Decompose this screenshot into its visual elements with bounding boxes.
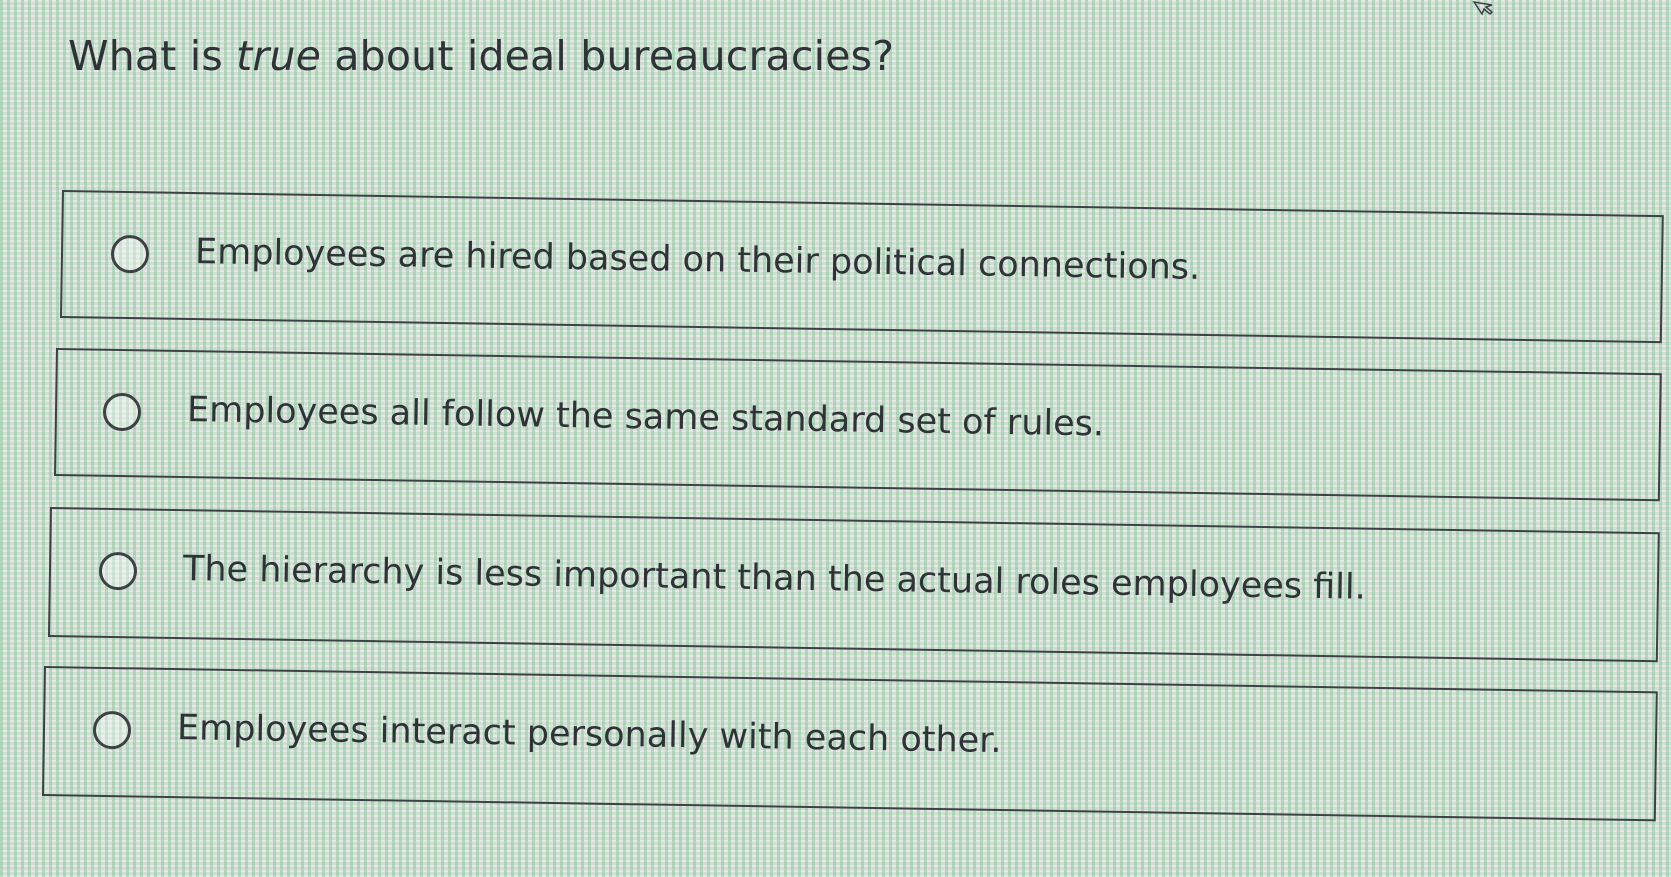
answer-options: Employees are hired based on their polit… <box>0 0 1671 877</box>
answer-option-label: Employees are hired based on their polit… <box>194 232 1201 288</box>
radio-unselected-icon[interactable] <box>110 234 150 274</box>
answer-option-1[interactable]: Employees are hired based on their polit… <box>59 190 1664 344</box>
radio-unselected-icon[interactable] <box>98 551 138 591</box>
radio-unselected-icon[interactable] <box>102 392 142 432</box>
answer-option-2[interactable]: Employees all follow the same standard s… <box>53 348 1662 502</box>
answer-option-3[interactable]: The hierarchy is less important than the… <box>47 507 1660 663</box>
answer-option-4[interactable]: Employees interact personally with each … <box>41 666 1658 822</box>
radio-unselected-icon[interactable] <box>92 710 132 750</box>
answer-option-label: The hierarchy is less important than the… <box>182 549 1367 608</box>
answer-option-label: Employees interact personally with each … <box>176 708 1002 762</box>
answer-option-label: Employees all follow the same standard s… <box>186 390 1105 445</box>
